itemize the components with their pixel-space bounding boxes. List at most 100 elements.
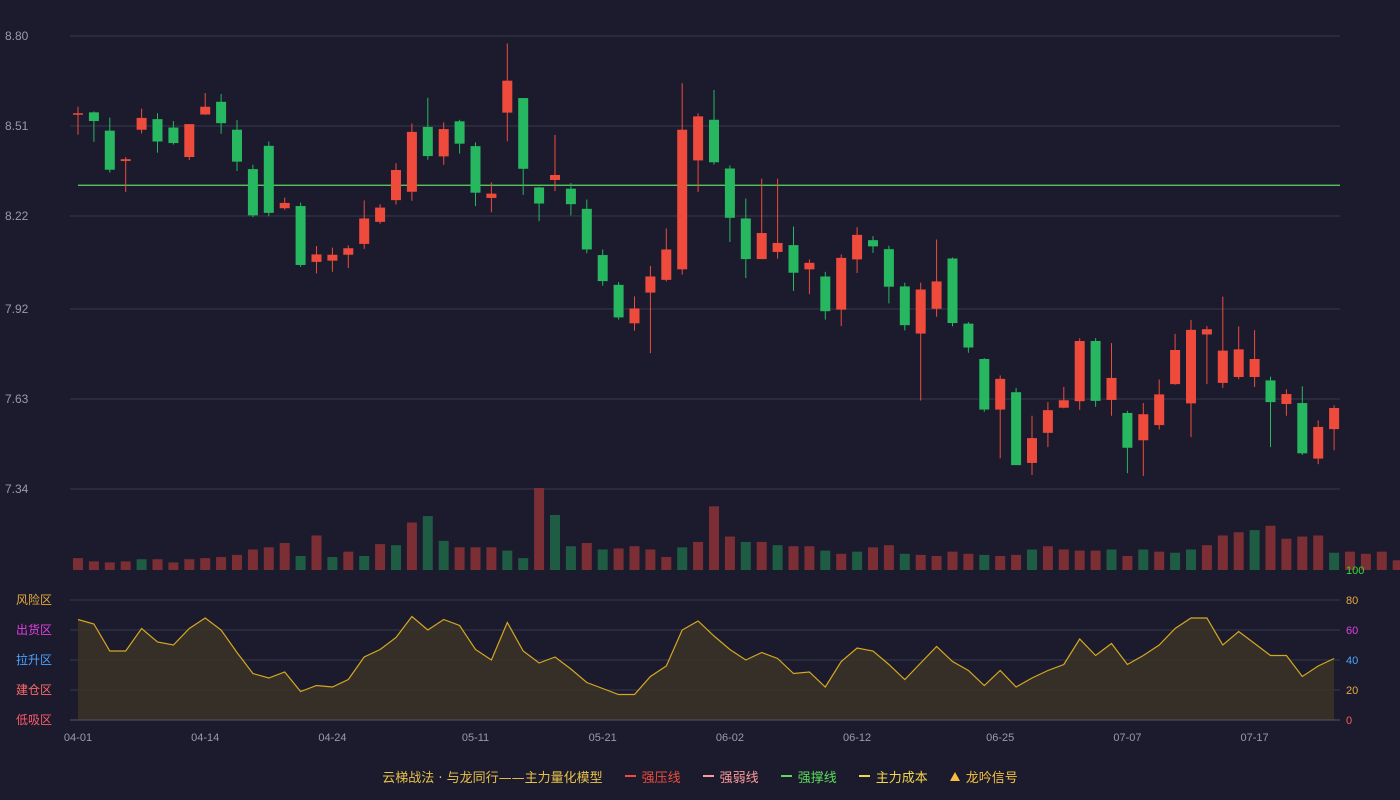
candle-body — [152, 119, 163, 142]
volume-bar — [788, 546, 799, 570]
indicator-tick-label: 0 — [1346, 715, 1352, 727]
volume-bar — [232, 554, 242, 570]
volume-bar — [883, 545, 894, 570]
indicator-tick-label: 60 — [1346, 625, 1358, 637]
price-tick-label: 7.92 — [5, 302, 29, 316]
legend-label-strength-line: 强弱线 — [719, 770, 759, 786]
candle-body — [486, 193, 497, 198]
volume-bar — [470, 547, 481, 570]
volume-bar — [1170, 552, 1181, 570]
candle-body — [1329, 408, 1340, 430]
volume-bar — [613, 548, 624, 570]
candle-body — [1265, 380, 1276, 403]
volume-bar — [1297, 536, 1308, 570]
candle-body — [677, 129, 688, 270]
candle-body — [200, 106, 211, 115]
x-tick-label: 04-24 — [318, 732, 346, 744]
volume-bar — [1376, 551, 1387, 570]
candle-body — [947, 258, 958, 324]
volume-bar — [979, 554, 990, 570]
candle-body — [279, 202, 290, 209]
indicator-tick-label: 100 — [1346, 565, 1364, 577]
volume-bar — [422, 516, 433, 570]
x-tick-label: 07-17 — [1241, 732, 1269, 744]
volume-bar — [645, 549, 656, 570]
indicator-area — [78, 616, 1335, 720]
volume-bar — [661, 557, 672, 570]
candle-body — [502, 80, 513, 113]
legend-item-dragon-signal[interactable]: 龙吟信号 — [949, 767, 1018, 786]
volume-bar — [359, 555, 370, 570]
candle-body — [772, 242, 783, 252]
volume-bar — [247, 549, 258, 570]
legend-label-dragon-signal: 龙吟信号 — [965, 770, 1018, 786]
legend-mark-strength-line — [702, 775, 714, 777]
volume-bar — [104, 562, 115, 570]
chart-legend: 云梯战法 · 与龙同行——主力量化模型 强压线 强弱线 强撑线 主力成本 龙吟信… — [0, 764, 1400, 788]
legend-mark-strong-pressure — [624, 775, 636, 777]
volume-bar — [1392, 560, 1400, 570]
volume-bar — [120, 561, 131, 570]
legend-item-strong-pressure[interactable]: 强压线 — [624, 767, 681, 786]
legend-item-support-line[interactable]: 强撑线 — [780, 767, 837, 786]
volume-bar — [1233, 532, 1244, 570]
x-tick-label: 04-14 — [191, 732, 219, 744]
candle-body — [645, 276, 656, 293]
volume-bar — [947, 551, 958, 570]
candle-body — [693, 116, 704, 161]
legend-item-main-cost[interactable]: 主力成本 — [858, 767, 928, 786]
volume-bar — [1154, 551, 1165, 570]
volume-bar — [772, 545, 783, 570]
volume-bar — [343, 551, 354, 570]
candle-body — [327, 254, 338, 261]
candle-body — [1090, 340, 1101, 401]
volume-bar — [1313, 535, 1324, 570]
candle-body — [883, 249, 894, 287]
candle-body — [1058, 400, 1069, 408]
candle-body — [995, 378, 1006, 410]
candle-body — [1170, 349, 1181, 385]
candle-body — [136, 117, 147, 130]
candle-body — [550, 175, 560, 180]
candle-body — [120, 159, 131, 162]
volume-bar — [136, 559, 147, 570]
x-tick-label: 06-25 — [986, 732, 1014, 744]
candle-body — [931, 281, 942, 309]
candle-body — [1217, 350, 1228, 383]
candle-body — [422, 126, 433, 157]
x-tick-label: 04-01 — [64, 732, 92, 744]
candle-body — [73, 113, 83, 115]
volume-bar — [391, 545, 401, 570]
volume-bar — [677, 547, 688, 570]
legend-mark-support-line — [780, 775, 792, 777]
volume-bar — [740, 541, 751, 570]
volume-bar — [184, 559, 195, 570]
indicator-tick-label: 40 — [1346, 655, 1358, 667]
volume-bar — [931, 555, 942, 570]
candle-body — [1154, 394, 1165, 426]
candle-body — [1313, 426, 1324, 459]
candle-body — [359, 218, 370, 244]
candlestick-chart: 8.80 8.51 8.22 7.92 7.63 7.34 0 20 40 60 80 100 风险区出… — [5, 29, 1400, 744]
volume-bar — [88, 561, 99, 570]
candle-body — [232, 129, 242, 162]
volume-bar — [820, 550, 831, 570]
legend-title: 云梯战法 · 与龙同行——主力量化模型 — [382, 767, 602, 786]
volume-bar — [1217, 535, 1228, 570]
candle-body — [724, 168, 735, 218]
volume-bar — [486, 547, 497, 570]
candle-body — [1249, 358, 1260, 377]
volume-bar — [1265, 525, 1276, 570]
legend-item-strength-line[interactable]: 强弱线 — [702, 767, 759, 786]
candle-body — [1042, 410, 1053, 433]
candle-body — [295, 206, 306, 265]
volume-bar — [454, 547, 465, 570]
price-tick-label: 8.80 — [5, 29, 29, 43]
legend-mark-main-cost — [858, 775, 870, 777]
candle-body — [1027, 438, 1037, 463]
volume-bar — [1329, 552, 1340, 570]
candle-body — [454, 121, 465, 144]
candle-body — [788, 245, 799, 273]
candle-body — [852, 234, 863, 260]
candle-body — [1201, 329, 1212, 335]
